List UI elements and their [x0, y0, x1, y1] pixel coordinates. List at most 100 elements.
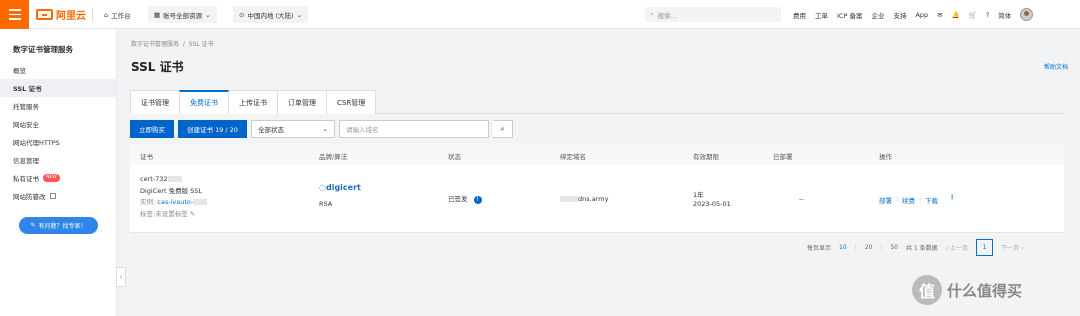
- column-header: 品牌/算法: [319, 153, 348, 161]
- new-badge: NEW: [43, 174, 60, 182]
- top-links: 费用 工单 ICP 备案 企业 支持 App ✉ 🔔 🛒 ? 简体: [793, 0, 1034, 29]
- digicert-logo-icon: ◌: [319, 183, 326, 192]
- top-navigation-bar: 阿里云 ⌂ 工作台 ▦ 账号全部资源 ⌄ ⊙ 中国内地 (大陆) ⌄ ⌕ 搜索... 费用 …: [0, 0, 1080, 29]
- instance-link[interactable]: cas-ivauto-: [157, 198, 193, 206]
- search-input[interactable]: ⌕ 搜索...: [645, 7, 781, 22]
- tab-order-management[interactable]: 订单管理: [277, 90, 327, 114]
- cert-type: DigiCert 免费版 SSL: [140, 187, 203, 195]
- ask-expert-button[interactable]: ✎ 有问题？找专家！: [19, 217, 98, 234]
- validity: 1年: [693, 191, 704, 199]
- avatar[interactable]: [1020, 8, 1034, 21]
- per-page-label: 每页显示: [807, 244, 832, 252]
- divider: |: [896, 195, 899, 203]
- top-link-billing[interactable]: 费用: [793, 10, 806, 20]
- account-resource-dropdown[interactable]: ▦ 账号全部资源 ⌄: [148, 6, 217, 23]
- page-title: SSL 证书: [131, 60, 184, 74]
- divider: [92, 8, 93, 21]
- aliyun-logo[interactable]: 阿里云: [36, 8, 86, 22]
- table-row: cert-732 DigiCert 免费版 SSL 实例: cas-ivauto…: [130, 165, 1064, 233]
- more-icon[interactable]: ⋮: [949, 193, 956, 201]
- breadcrumb: 数字证书管理服务 / SSL 证书: [131, 41, 214, 48]
- buy-now-button[interactable]: 立即购买: [130, 120, 174, 138]
- edit-icon[interactable]: ✎: [190, 210, 195, 218]
- column-header: 证书: [140, 153, 153, 161]
- divider: |: [880, 243, 883, 251]
- pagination: 每页显示 10 | 20 | 50 共 1 条数据 ‹ 上一页 1 下一页 ›: [807, 238, 1023, 256]
- renew-button[interactable]: 续费: [902, 195, 915, 205]
- top-link-support[interactable]: 支持: [893, 10, 906, 20]
- sidebar-item-info[interactable]: 信息管理: [0, 151, 116, 169]
- grid-icon: ▦: [154, 10, 161, 19]
- sidebar-item-hosting[interactable]: 托管服务: [0, 97, 116, 115]
- toolbar: 立即购买 创建证书 19 / 20 全部状态 ⌄ 请输入域名 ⌕: [130, 120, 513, 138]
- workbench-link[interactable]: ⌂ 工作台: [98, 6, 137, 23]
- chat-icon: ✎: [30, 222, 36, 229]
- help-doc-link[interactable]: 帮助文档: [1044, 62, 1068, 71]
- message-icon[interactable]: ✉: [937, 11, 942, 19]
- help-icon[interactable]: ?: [986, 11, 989, 19]
- top-link-ticket[interactable]: 工单: [815, 10, 828, 20]
- download-button[interactable]: 下载: [925, 195, 938, 205]
- bell-icon[interactable]: 🔔: [952, 11, 960, 19]
- expire-date: 2023-05-01: [693, 200, 731, 208]
- top-link-icp[interactable]: ICP 备案: [837, 10, 862, 20]
- status-select[interactable]: 全部状态 ⌄: [250, 120, 335, 138]
- algorithm: RSA: [319, 200, 333, 208]
- page-size-50[interactable]: 50: [890, 244, 898, 251]
- redacted: [193, 199, 208, 205]
- home-icon: ⌂: [104, 10, 109, 19]
- next-page-button[interactable]: 下一页 ›: [1001, 243, 1023, 252]
- top-link-app[interactable]: App: [915, 11, 928, 19]
- region-dropdown[interactable]: ⊙ 中国内地 (大陆) ⌄: [233, 6, 309, 23]
- page-number[interactable]: 1: [975, 238, 993, 256]
- sidebar-title: 数字证书管理服务: [13, 45, 73, 54]
- menu-icon[interactable]: [0, 0, 29, 29]
- sidebar-item-ssl[interactable]: SSL 证书: [0, 79, 116, 97]
- search-icon[interactable]: ⌕: [492, 120, 513, 138]
- tag-label[interactable]: 标签:未设置标签 ✎: [140, 208, 195, 218]
- breadcrumb-item[interactable]: 数字证书管理服务: [131, 41, 179, 48]
- search-icon: ⌕: [650, 10, 654, 18]
- divider: |: [919, 195, 922, 203]
- tabs: 证书管理 免费证书 上传证书 订单管理 CSR管理: [130, 90, 1064, 114]
- chevron-down-icon: ⌄: [205, 10, 211, 19]
- sidebar-item-overview[interactable]: 概览: [0, 61, 116, 79]
- column-header: 操作: [879, 153, 892, 161]
- cert-table: 证书 品牌/算法 状态 绑定域名 有效期限 已部署 操作 cert-732 Di…: [130, 144, 1064, 233]
- divider: |: [854, 243, 857, 251]
- top-link-enterprise[interactable]: 企业: [871, 10, 884, 20]
- sidebar-item-site-security[interactable]: 网站安全: [0, 115, 116, 133]
- status-badge: 已签发 !: [448, 193, 482, 204]
- create-cert-button[interactable]: 创建证书 19 / 20: [178, 120, 247, 138]
- prev-page-button[interactable]: ‹ 上一页: [946, 243, 968, 252]
- main-content: 数字证书管理服务 / SSL 证书 SSL 证书 帮助文档 证书管理 免费证书 …: [117, 29, 1080, 316]
- total-count: 共 1 条数据: [906, 244, 938, 252]
- sidebar-item-https-proxy[interactable]: 网站代理HTTPS: [0, 133, 116, 151]
- language-switch[interactable]: 简体: [998, 10, 1011, 20]
- column-header: 已部署: [773, 153, 793, 161]
- column-header: 绑定域名: [560, 153, 586, 161]
- info-icon[interactable]: !: [473, 196, 482, 204]
- external-link-icon: [49, 193, 56, 199]
- deployed: --: [799, 195, 804, 203]
- tab-upload-cert[interactable]: 上传证书: [228, 90, 278, 114]
- location-icon: ⊙: [239, 10, 245, 19]
- cart-icon[interactable]: 🛒: [969, 11, 977, 19]
- domain-search-input[interactable]: 请输入域名: [338, 120, 489, 138]
- cert-id: cert-732: [140, 175, 182, 183]
- redacted: [560, 196, 578, 202]
- sidebar-item-private-cert[interactable]: 私有证书 NEW: [0, 169, 116, 187]
- redacted: [167, 176, 182, 182]
- tab-csr-management[interactable]: CSR管理: [326, 90, 377, 114]
- page-size-20[interactable]: 20: [865, 244, 873, 251]
- tab-free-cert[interactable]: 免费证书: [179, 90, 229, 114]
- instance: 实例: cas-ivauto-: [140, 196, 208, 206]
- watermark-logo-icon: 值: [912, 275, 942, 305]
- column-header: 状态: [448, 153, 461, 161]
- sidebar: 数字证书管理服务 概览 SSL 证书 托管服务 网站安全 网站代理HTTPS 信…: [0, 29, 117, 316]
- bound-domain: dns.army: [560, 195, 608, 203]
- page-size-10[interactable]: 10: [839, 244, 847, 251]
- sidebar-item-tamper[interactable]: 网站防篡改: [0, 187, 116, 205]
- tab-cert-management[interactable]: 证书管理: [130, 90, 180, 114]
- deploy-button[interactable]: 部署: [879, 195, 892, 205]
